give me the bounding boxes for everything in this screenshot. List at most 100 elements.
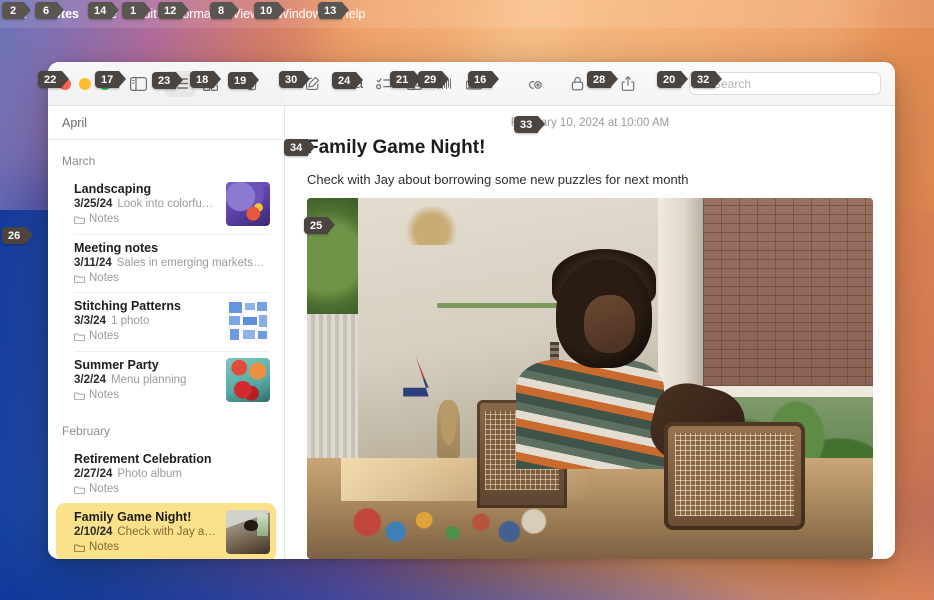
- badge-note-title: 34: [284, 139, 316, 156]
- sidebar-toggle-icon[interactable]: [123, 71, 153, 97]
- badge-table: 29: [418, 71, 450, 88]
- list-item-text: Family Game Night! 2/10/24 Check with Ja…: [74, 510, 218, 554]
- list-item-meta: 2/10/24 Check with Jay a…: [74, 526, 218, 538]
- badge-menu-view: 8: [210, 2, 239, 19]
- list-item[interactable]: Retirement Celebration 2/27/24 Photo alb…: [56, 445, 276, 503]
- list-item-title: Summer Party: [74, 358, 159, 372]
- photo-boy-face: [584, 295, 636, 354]
- badge-link: 16: [468, 71, 500, 88]
- list-item-folder: Notes: [74, 541, 218, 553]
- minimize-button[interactable]: [79, 77, 91, 90]
- notes-window: Aa: [48, 62, 895, 559]
- folder-label: Notes: [89, 389, 120, 401]
- list-item-text: Meeting notes 3/11/24 Sales in emerging …: [74, 241, 270, 284]
- list-item[interactable]: Summer Party 3/2/24 Menu planning Notes: [56, 351, 276, 410]
- list-item-preview: Look into colorfu…: [117, 198, 214, 210]
- folder-icon: [74, 486, 85, 494]
- list-item-text: Summer Party 3/2/24 Menu planning Notes: [74, 358, 218, 402]
- list-item[interactable]: Meeting notes 3/11/24 Sales in emerging …: [56, 234, 276, 292]
- badge-delete-note: 19: [228, 72, 260, 89]
- folder-label: Notes: [89, 541, 120, 553]
- list-item-text: Retirement Celebration 2/27/24 Photo alb…: [74, 452, 270, 495]
- photo-wall-decor: [437, 400, 460, 458]
- badge-note-timestamp: 33: [514, 116, 546, 133]
- list-item-thumbnail: [226, 299, 270, 343]
- list-item-text: Landscaping 3/25/24 Look into colorfu… N…: [74, 182, 218, 226]
- note-photo[interactable]: [307, 198, 873, 559]
- note-body-text[interactable]: Check with Jay about borrowing some new …: [285, 159, 895, 198]
- list-item-folder: Notes: [74, 213, 218, 225]
- list-item-thumbnail: [226, 358, 270, 402]
- folder-icon: [74, 275, 85, 283]
- folder-icon: [74, 216, 85, 224]
- note-content[interactable]: February 10, 2024 at 10:00 AM Family Gam…: [285, 106, 895, 559]
- list-item-date: 3/3/24: [74, 315, 106, 327]
- thumbnail-figure-detail: [244, 519, 258, 532]
- list-item-folder: Notes: [74, 389, 218, 401]
- list-item-thumbnail: [226, 510, 270, 554]
- badge-list-view: 23: [152, 72, 184, 89]
- badge-menu-help: 13: [318, 2, 350, 19]
- list-item-thumbnail: [226, 182, 270, 226]
- badge-menu-edit: 1: [122, 2, 151, 19]
- badge-search: 32: [691, 71, 723, 88]
- folder-icon: [74, 333, 85, 341]
- badge-gallery-view: 18: [190, 71, 222, 88]
- photo-brick-wall: [703, 198, 873, 386]
- badge-apple-menu: 2: [2, 2, 31, 19]
- list-item-selected[interactable]: Family Game Night! 2/10/24 Check with Ja…: [56, 503, 276, 559]
- section-header-march: March: [62, 154, 96, 168]
- list-item-date: 3/11/24: [74, 257, 112, 269]
- list-item[interactable]: Stitching Patterns 3/3/24 1 photo Notes: [56, 292, 276, 351]
- badge-menu-file: 14: [88, 2, 120, 19]
- folder-icon: [74, 544, 85, 552]
- photo-boy-torso: [516, 360, 664, 469]
- list-item-folder: Notes: [74, 483, 270, 495]
- list-item-preview: 1 photo: [110, 315, 150, 327]
- list-item-meta: 3/3/24 1 photo: [74, 315, 218, 327]
- list-item-folder: Notes: [74, 272, 270, 284]
- list-item-date: 3/25/24: [74, 198, 113, 210]
- page-title: Family Game Night!: [307, 137, 486, 158]
- thumbnail-window-detail: [256, 513, 269, 537]
- badge-menu-format: 12: [158, 2, 190, 19]
- note-list[interactable]: April March Landscaping 3/25/24 Look int…: [48, 106, 285, 559]
- folder-icon: [74, 392, 85, 400]
- list-item-preview: Menu planning: [110, 374, 187, 386]
- list-item-title: Retirement Celebration: [74, 452, 212, 466]
- list-item[interactable]: Landscaping 3/25/24 Look into colorfu… N…: [56, 175, 276, 234]
- list-item-title: Stitching Patterns: [74, 299, 181, 313]
- badge-menu-notes: 6: [35, 2, 64, 19]
- badge-menu-window: 10: [254, 2, 286, 19]
- folder-label: Notes: [89, 483, 120, 495]
- photo-puzzle-pieces: [346, 504, 551, 549]
- badge-note-photo: 25: [304, 217, 336, 234]
- list-item-text: Stitching Patterns 3/3/24 1 photo Notes: [74, 299, 218, 343]
- collaborate-icon[interactable]: [521, 71, 551, 97]
- folder-label: Notes: [89, 272, 120, 284]
- badge-desktop: 26: [2, 227, 34, 244]
- notelist-pinned-header: April: [48, 106, 284, 140]
- photo-chair-right-cane: [674, 432, 794, 516]
- list-item-preview: Photo album: [117, 468, 182, 480]
- photo-tree: [307, 198, 358, 318]
- list-item-date: 3/2/24: [74, 374, 106, 386]
- list-item-title: Landscaping: [74, 182, 152, 196]
- list-item-preview: Sales in emerging markets…: [116, 257, 265, 269]
- list-item-meta: 2/27/24 Photo album: [74, 468, 270, 480]
- list-item-meta: 3/25/24 Look into colorfu…: [74, 198, 218, 210]
- badge-collaborate: 28: [587, 71, 619, 88]
- badge-checklist: 21: [390, 71, 422, 88]
- section-header-february: February: [62, 424, 111, 438]
- badge-sidebar-toggle: 17: [95, 71, 127, 88]
- window-body: April March Landscaping 3/25/24 Look int…: [48, 106, 895, 559]
- photo-hanging-ornament: [403, 198, 460, 245]
- list-item-meta: 3/11/24 Sales in emerging markets…: [74, 257, 270, 269]
- list-item-meta: 3/2/24 Menu planning: [74, 374, 218, 386]
- list-item-date: 2/10/24: [74, 526, 113, 538]
- badge-format-text: 24: [332, 72, 364, 89]
- list-item-preview: Check with Jay a…: [117, 526, 216, 538]
- badge-share: 20: [657, 71, 689, 88]
- note-timestamp: February 10, 2024 at 10:00 AM: [510, 117, 670, 129]
- folder-label: Notes: [89, 330, 120, 342]
